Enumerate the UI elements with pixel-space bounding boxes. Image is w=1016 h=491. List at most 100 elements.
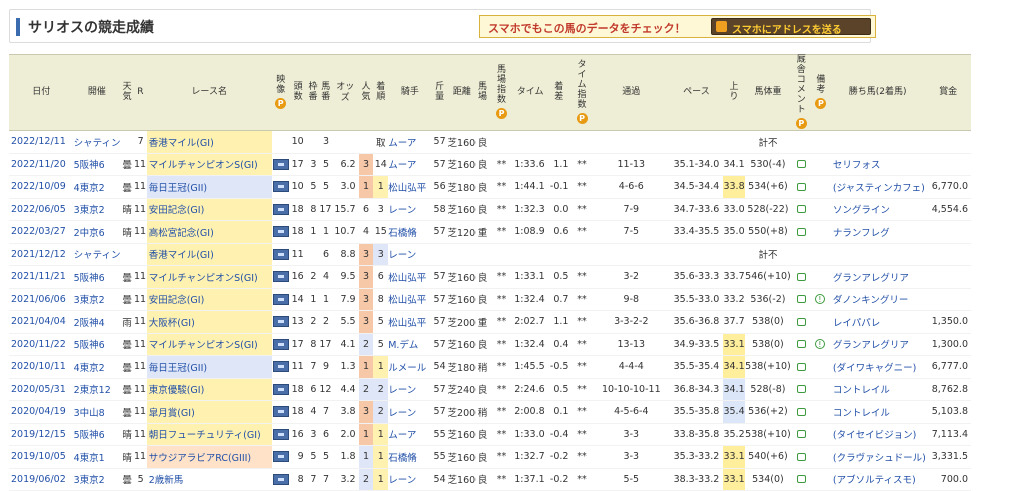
race-name-cell[interactable]: 香港マイル(GI) (146, 130, 272, 154)
jockey-cell[interactable]: 松山弘平 (388, 175, 432, 199)
race-name-cell[interactable]: 毎日王冠(GII) (146, 355, 272, 379)
track-cell[interactable]: 5阪神6 (73, 423, 121, 446)
stable-comment-cell[interactable] (790, 153, 812, 176)
video-cell[interactable] (271, 288, 290, 311)
stable-comment-cell[interactable] (790, 333, 812, 356)
winner-cell[interactable]: ナランフレグ (829, 220, 926, 244)
date-cell[interactable]: 2022/12/11 (9, 130, 74, 154)
stable-comment-cell[interactable] (790, 355, 812, 379)
winner-cell[interactable]: (タイセイビジョン) (829, 423, 926, 446)
date-cell[interactable]: 2020/05/31 (9, 378, 74, 401)
video-icon[interactable] (272, 181, 289, 193)
comment-icon[interactable] (796, 272, 806, 281)
date-cell[interactable]: 2019/12/15 (9, 423, 74, 446)
comment-icon[interactable] (796, 205, 806, 214)
date-cell[interactable]: 2020/04/19 (9, 400, 74, 424)
video-icon[interactable] (272, 361, 289, 373)
jockey-cell[interactable]: レーン (388, 468, 432, 491)
video-icon[interactable] (272, 316, 289, 328)
video-icon[interactable] (272, 293, 289, 305)
race-name-cell[interactable]: サウジアラビアRC(GIII) (146, 445, 272, 469)
winner-cell[interactable]: ソングライン (829, 198, 926, 221)
comment-icon[interactable] (796, 295, 806, 304)
comment-icon[interactable] (796, 317, 806, 326)
race-name-cell[interactable]: 香港マイル(GI) (146, 243, 272, 266)
comment-icon[interactable] (796, 182, 806, 191)
video-cell[interactable] (271, 355, 290, 379)
track-cell[interactable]: 2中京6 (73, 220, 121, 244)
stable-comment-cell[interactable] (790, 265, 812, 289)
track-cell[interactable]: 3中山8 (73, 400, 121, 424)
track-cell[interactable]: 3東京2 (73, 288, 121, 311)
jockey-cell[interactable]: ルメール (388, 355, 432, 379)
stable-comment-cell[interactable] (790, 468, 812, 491)
video-cell[interactable] (271, 423, 290, 446)
video-cell[interactable] (271, 198, 290, 221)
jockey-cell[interactable]: 松山弘平 (388, 265, 432, 289)
jockey-cell[interactable]: M.デム (388, 333, 432, 356)
date-cell[interactable]: 2022/11/20 (9, 153, 74, 176)
video-cell[interactable] (271, 310, 290, 334)
comment-icon[interactable] (796, 407, 806, 416)
track-cell[interactable]: 4東京2 (73, 175, 121, 199)
race-name-cell[interactable]: 2歳新馬 (146, 468, 272, 491)
smartphone-promo-banner[interactable]: スマホでもこの馬のデータをチェック！ スマホにアドレスを送る (479, 15, 876, 38)
winner-cell[interactable]: コントレイル (829, 400, 926, 424)
video-cell[interactable] (271, 400, 290, 424)
video-icon[interactable] (272, 158, 289, 170)
jockey-cell[interactable]: レーン (388, 243, 432, 266)
video-icon[interactable] (272, 248, 289, 260)
race-name-cell[interactable]: 東京優駿(GI) (146, 378, 272, 401)
comment-icon[interactable] (796, 160, 806, 169)
race-name-cell[interactable]: 安田記念(GI) (146, 198, 272, 221)
race-name-cell[interactable]: 毎日王冠(GII) (146, 175, 272, 199)
race-name-cell[interactable]: マイルチャンピオンS(GI) (146, 265, 272, 289)
jockey-cell[interactable]: ムーア (388, 153, 432, 176)
stable-comment-cell[interactable] (790, 175, 812, 199)
video-cell[interactable] (271, 243, 290, 266)
comment-icon[interactable] (796, 430, 806, 439)
date-cell[interactable]: 2021/11/21 (9, 265, 74, 289)
track-cell[interactable]: 4東京2 (73, 355, 121, 379)
winner-cell[interactable]: (ダイワキャグニー) (829, 355, 926, 379)
track-cell[interactable]: シャティン (73, 130, 121, 154)
comment-icon[interactable] (796, 475, 806, 484)
stable-comment-cell[interactable] (790, 378, 812, 401)
video-cell[interactable] (271, 333, 290, 356)
jockey-cell[interactable]: レーン (388, 198, 432, 221)
video-cell[interactable] (271, 445, 290, 469)
jockey-cell[interactable]: レーン (388, 378, 432, 401)
track-cell[interactable]: 5阪神6 (73, 265, 121, 289)
date-cell[interactable]: 2021/12/12 (9, 243, 74, 266)
comment-icon[interactable] (796, 227, 806, 236)
date-cell[interactable]: 2020/11/22 (9, 333, 74, 356)
video-cell[interactable] (271, 378, 290, 401)
date-cell[interactable]: 2022/06/05 (9, 198, 74, 221)
jockey-cell[interactable]: レーン (388, 400, 432, 424)
race-name-cell[interactable]: 高松宮記念(GI) (146, 220, 272, 244)
video-icon[interactable] (272, 203, 289, 215)
winner-cell[interactable]: レイパパレ (829, 310, 926, 334)
track-cell[interactable]: 5阪神6 (73, 333, 121, 356)
track-cell[interactable]: 2阪神4 (73, 310, 121, 334)
date-cell[interactable]: 2020/10/11 (9, 355, 74, 379)
jockey-cell[interactable]: 松山弘平 (388, 288, 432, 311)
race-name-cell[interactable]: 皐月賞(GI) (146, 400, 272, 424)
stable-comment-cell[interactable] (790, 445, 812, 469)
jockey-cell[interactable]: ムーア (388, 423, 432, 446)
winner-cell[interactable]: (アブソルティスモ) (829, 468, 926, 491)
winner-cell[interactable]: グランアレグリア (829, 333, 926, 356)
winner-cell[interactable]: セリフォス (829, 153, 926, 176)
video-icon[interactable] (272, 473, 289, 485)
track-cell[interactable]: 3東京2 (73, 468, 121, 491)
winner-cell[interactable]: グランアレグリア (829, 265, 926, 289)
date-cell[interactable]: 2022/10/09 (9, 175, 74, 199)
race-name-cell[interactable]: マイルチャンピオンS(GI) (146, 153, 272, 176)
video-cell[interactable] (271, 175, 290, 199)
winner-cell[interactable]: ダノンキングリー (829, 288, 926, 311)
video-icon[interactable] (272, 451, 289, 463)
track-cell[interactable]: 5阪神6 (73, 153, 121, 176)
jockey-cell[interactable]: 石橋脩 (388, 445, 432, 469)
video-icon[interactable] (272, 271, 289, 283)
stable-comment-cell[interactable] (790, 198, 812, 221)
